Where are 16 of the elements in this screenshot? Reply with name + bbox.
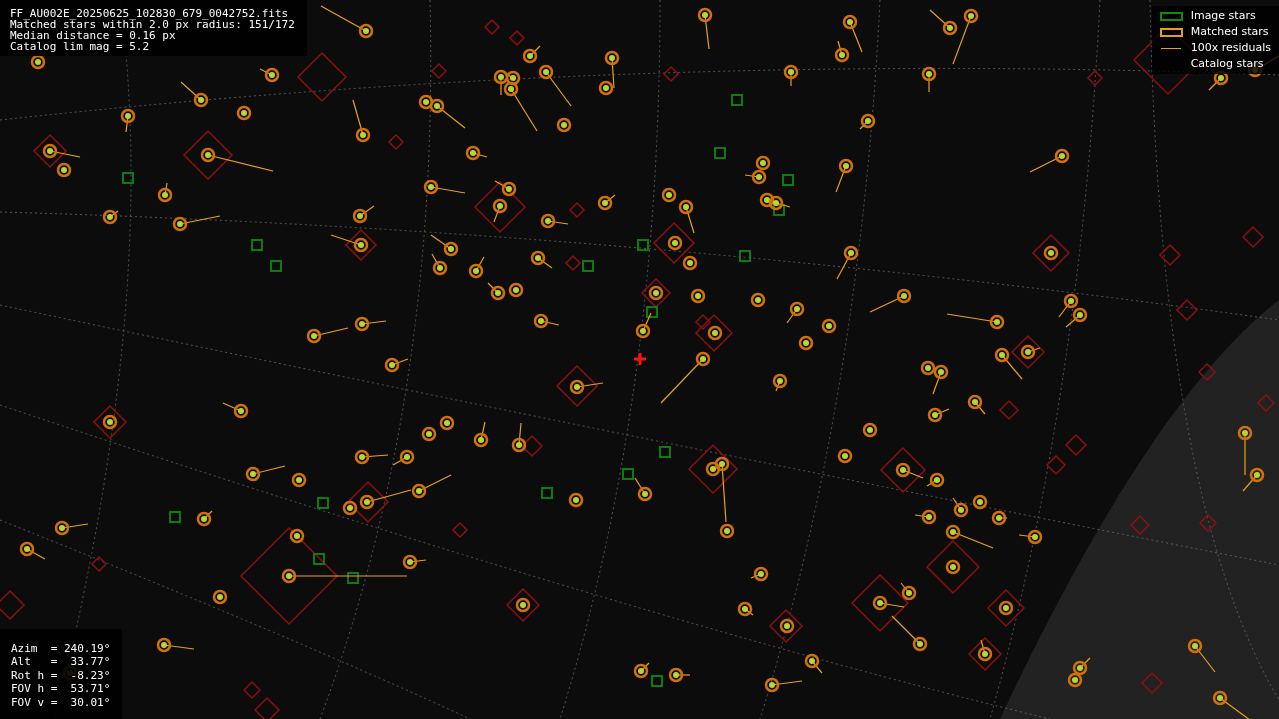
legend-label: Image stars	[1190, 8, 1256, 24]
pointing-text: FOV v = 30.01°	[11, 695, 111, 709]
info-text: Catalog lim mag = 5.2	[10, 41, 151, 52]
info-text: FF_AU002E_20250625_102830_679_0042752.fits	[10, 8, 290, 19]
line-marker-icon	[1161, 47, 1182, 49]
legend-label: 100x residuals	[1190, 40, 1271, 56]
square-marker-icon	[1159, 27, 1183, 37]
square-marker-icon	[1159, 11, 1183, 21]
pointing-text: Azim = 240.19°	[11, 641, 111, 655]
info-text: Matched stars within 2.0 px radius: 151/172	[10, 19, 295, 30]
info-text: Median distance = 0.16 px	[10, 30, 176, 41]
pointing-text: Alt = 33.77°	[11, 655, 111, 669]
pointing-text: FOV h = 53.71°	[11, 682, 111, 696]
legend-label: Matched stars	[1190, 24, 1269, 40]
legend-label: Catalog stars	[1190, 56, 1264, 72]
pointing-text: Rot h = -8.23°	[11, 668, 111, 682]
